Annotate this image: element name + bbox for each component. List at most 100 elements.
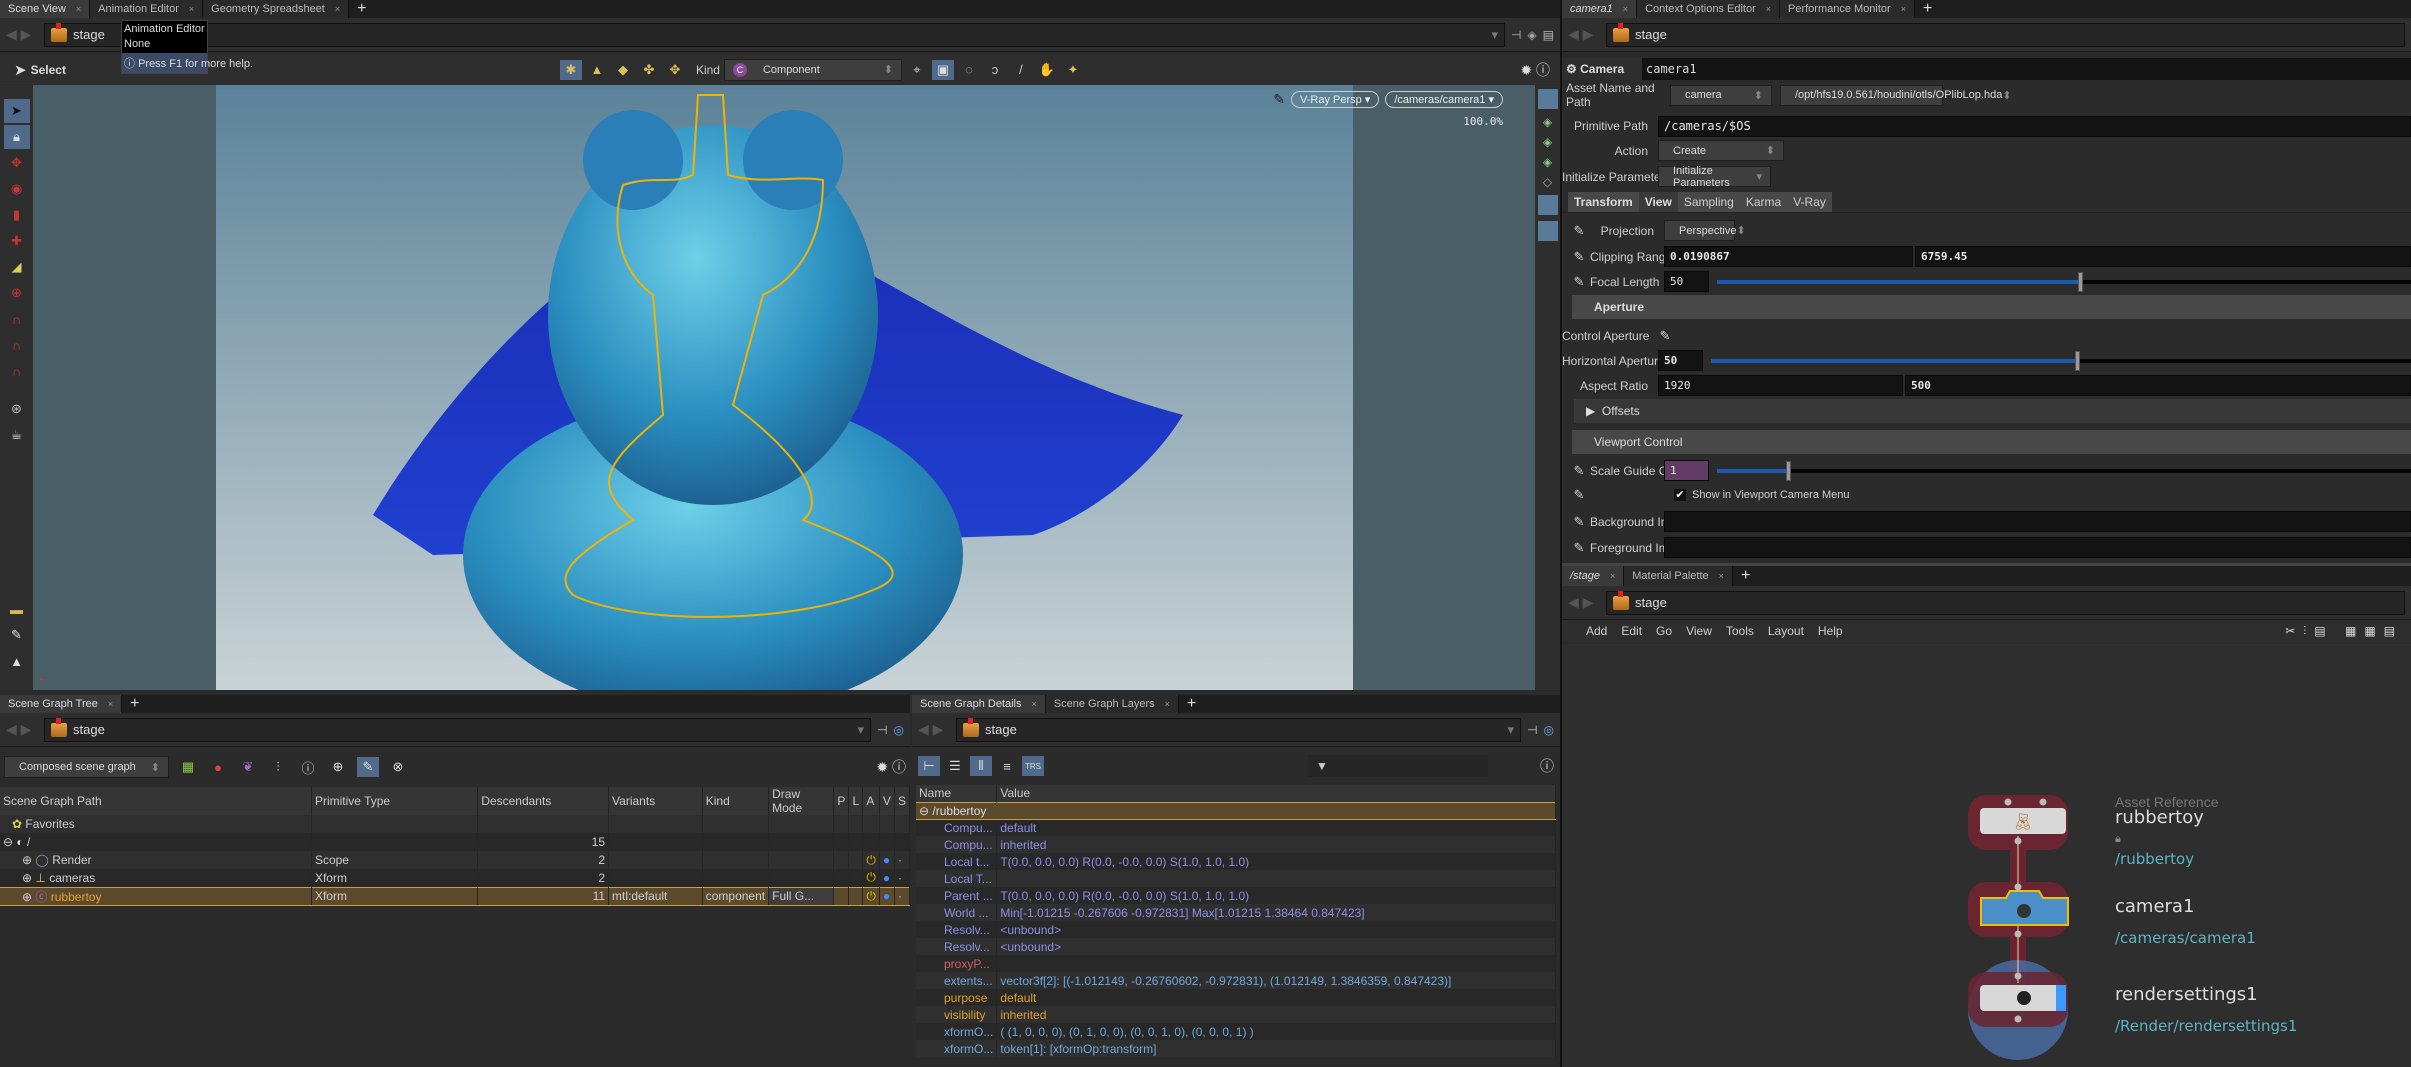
details-row[interactable]: Resolv... <unbound> [916,938,1556,955]
expand-icon[interactable]: ⊕ [22,853,32,867]
view-tool-icon[interactable]: ⊛ [4,397,30,421]
focal-length-slider[interactable] [1717,271,2411,292]
table-row[interactable]: ✿ Favorites [0,815,911,833]
close-icon[interactable]: × [108,699,113,709]
horizontal-aperture-slider[interactable] [1711,350,2411,371]
handle-tool-icon[interactable]: ⊕ [4,281,30,305]
foreground-image-field[interactable] [1664,537,2411,558]
projection-dropdown[interactable]: Perspective ⬍ [1664,220,1746,241]
lock-icon[interactable]: 🔒︎ [3,125,30,149]
details-row[interactable]: xformO... token[1]: [xformOp:transform] [916,1040,1556,1057]
tab-geometry-spreadsheet[interactable]: Geometry Spreadsheet × [203,0,350,18]
snapshot-icon[interactable]: ▲ [4,649,30,673]
search-icon[interactable]: ⊕ [327,757,349,777]
select-tool-icon[interactable]: ➤ [3,99,30,123]
pin-icon[interactable]: ⊣ [1511,28,1521,42]
path-field[interactable]: stage [1606,590,2405,615]
move-tool-icon[interactable]: ✥ [4,151,30,175]
component-icon[interactable]: ✥ [664,60,686,80]
menu-layout[interactable]: Layout [1768,624,1804,638]
table-row[interactable]: ⊖ ◐ /15 [0,833,911,851]
asset-path-dropdown[interactable]: /opt/hfs19.0.561/houdini/otls/OPlibLop.h… [1780,84,2012,106]
link-icon[interactable]: ◎ [1544,723,1554,737]
details-row[interactable]: extents... vector3f[2]: [(-1.012149, -0.2… [916,972,1556,989]
highlight-toggle-icon[interactable]: ✎ [357,757,379,777]
pin-icon[interactable]: ⊣ [1527,723,1537,737]
clip-near-field[interactable]: 0.0190867 [1664,246,1913,267]
pick-icon[interactable]: ⊗ [387,757,409,777]
tab-scene-graph-layers[interactable]: Scene Graph Layers × [1045,695,1179,713]
details-row[interactable]: Resolv... <unbound> [916,921,1556,938]
lighting-icon[interactable]: ◇ [1543,175,1552,189]
scene-graph-mode-dropdown[interactable]: Composed scene graph ⬍ [4,756,169,778]
scale-guide-field[interactable]: 1 [1664,460,1709,481]
render-tool-icon[interactable]: ☕︎ [4,423,30,447]
close-icon[interactable]: × [76,4,81,14]
gear-icon[interactable]: ✹ ⓘ [876,757,906,777]
cone-icon[interactable]: ▲ [586,60,608,80]
scale-guide-slider[interactable] [1717,460,2411,481]
tab-karma[interactable]: Karma [1739,192,1788,212]
add-tab-button[interactable]: + [349,0,374,18]
expand-icon[interactable]: ⊕ [22,890,32,904]
close-icon[interactable]: × [1610,571,1615,581]
render-region-icon[interactable]: ▬ [4,597,30,621]
details-row[interactable]: xformO...( (1, 0, 0, 0), (0, 1, 0, 0), (… [916,1023,1556,1040]
tab-context-options[interactable]: Context Options Editor × [1637,0,1780,18]
highlight-icon[interactable]: ✦ [1062,60,1084,80]
visible-icon[interactable]: ● [879,869,895,887]
display-options-icon[interactable] [1537,89,1558,109]
visible-icon[interactable]: ● [879,851,895,869]
wireframe-icon[interactable]: ◈ [1543,155,1552,169]
menu-help[interactable]: Help [1818,624,1843,638]
primitive-path-field[interactable]: /cameras/$OS [1658,115,2411,137]
focal-length-field[interactable]: 50 [1664,271,1709,292]
path-field[interactable]: stage ▾ [44,22,1505,47]
viewport-control-section[interactable]: Viewport Control [1572,430,2411,454]
offsets-folder[interactable]: ▶ Offsets [1574,399,2411,423]
info-icon[interactable]: ⓘ [297,757,319,777]
network-tools-icons[interactable]: ✂⫶▤ ▦▦▤ [2285,624,2403,639]
asset-name-dropdown[interactable]: camera ⬍ [1670,84,1772,106]
background-image-field[interactable] [1664,511,2411,532]
active-icon[interactable]: ⏻ [862,869,880,887]
grid-icon[interactable] [1537,221,1558,241]
pencil-icon[interactable]: ✎ [1568,463,1590,479]
add-tab-button[interactable]: + [1179,695,1204,713]
visible-icon[interactable]: ● [879,886,895,906]
kind-dropdown[interactable]: C Component ⬍ [723,58,902,81]
tab-sampling[interactable]: Sampling [1677,192,1740,212]
back-forward-icon[interactable]: ◀ ▶ [1568,26,1600,43]
clip-far-field[interactable]: 6759.45 [1915,246,2411,267]
expand-icon[interactable]: ⊕ [22,871,32,885]
initialize-dropdown[interactable]: Initialize Parameters ▾ [1658,165,1771,189]
back-forward-icon[interactable]: ◀ ▶ [1568,594,1600,611]
details-row[interactable]: proxyP... [916,955,1556,972]
tab-performance-monitor[interactable]: Performance Monitor × [1780,0,1915,18]
box-select-icon[interactable]: ▣ [931,59,954,80]
pencil-icon[interactable]: ✎ [1273,91,1285,108]
active-icon[interactable]: ⏻ [862,851,880,869]
action-dropdown[interactable]: Create ⬍ [1658,140,1784,161]
secure-icon[interactable]: ✋ [1036,60,1058,80]
pencil-icon[interactable]: ✎ [1568,249,1590,265]
camera-path-menu[interactable]: /cameras/camera1 ▾ [1385,91,1503,108]
tab-scene-view[interactable]: Scene View × [0,0,91,18]
cube-icon[interactable]: ◈ [1527,28,1536,42]
table-row[interactable]: ⊕ ⊥ cameras Xform 2 ⏻ ● · [0,869,911,887]
pencil-icon[interactable]: ✎ [1568,540,1590,556]
shading-icon[interactable]: ◈ [1543,135,1552,149]
rotate-tool-icon[interactable]: ◉ [4,177,30,201]
tab-transform[interactable]: Transform [1568,192,1639,212]
close-icon[interactable]: × [335,4,340,14]
pencil-icon[interactable]: ✎ [1568,274,1590,290]
details-row[interactable]: Parent ... T(0.0, 0.0, 0.0) R(0.0, -0.0, … [916,887,1556,904]
tab-scene-graph-tree[interactable]: Scene Graph Tree × [0,695,123,713]
table-row[interactable]: ⊕ ◯ Render Scope 2 ⏻ ● · [0,851,911,869]
collapse-icon[interactable]: ⊖ [3,835,13,849]
list-view-icon[interactable]: ☰ [944,756,966,776]
magnet-icon[interactable]: ∩ [4,307,30,331]
show-menu-checkbox[interactable]: ✔ [1674,489,1686,501]
tab-scene-graph-details[interactable]: Scene Graph Details × [912,695,1046,713]
lasso-icon[interactable]: ◌ [958,60,980,80]
